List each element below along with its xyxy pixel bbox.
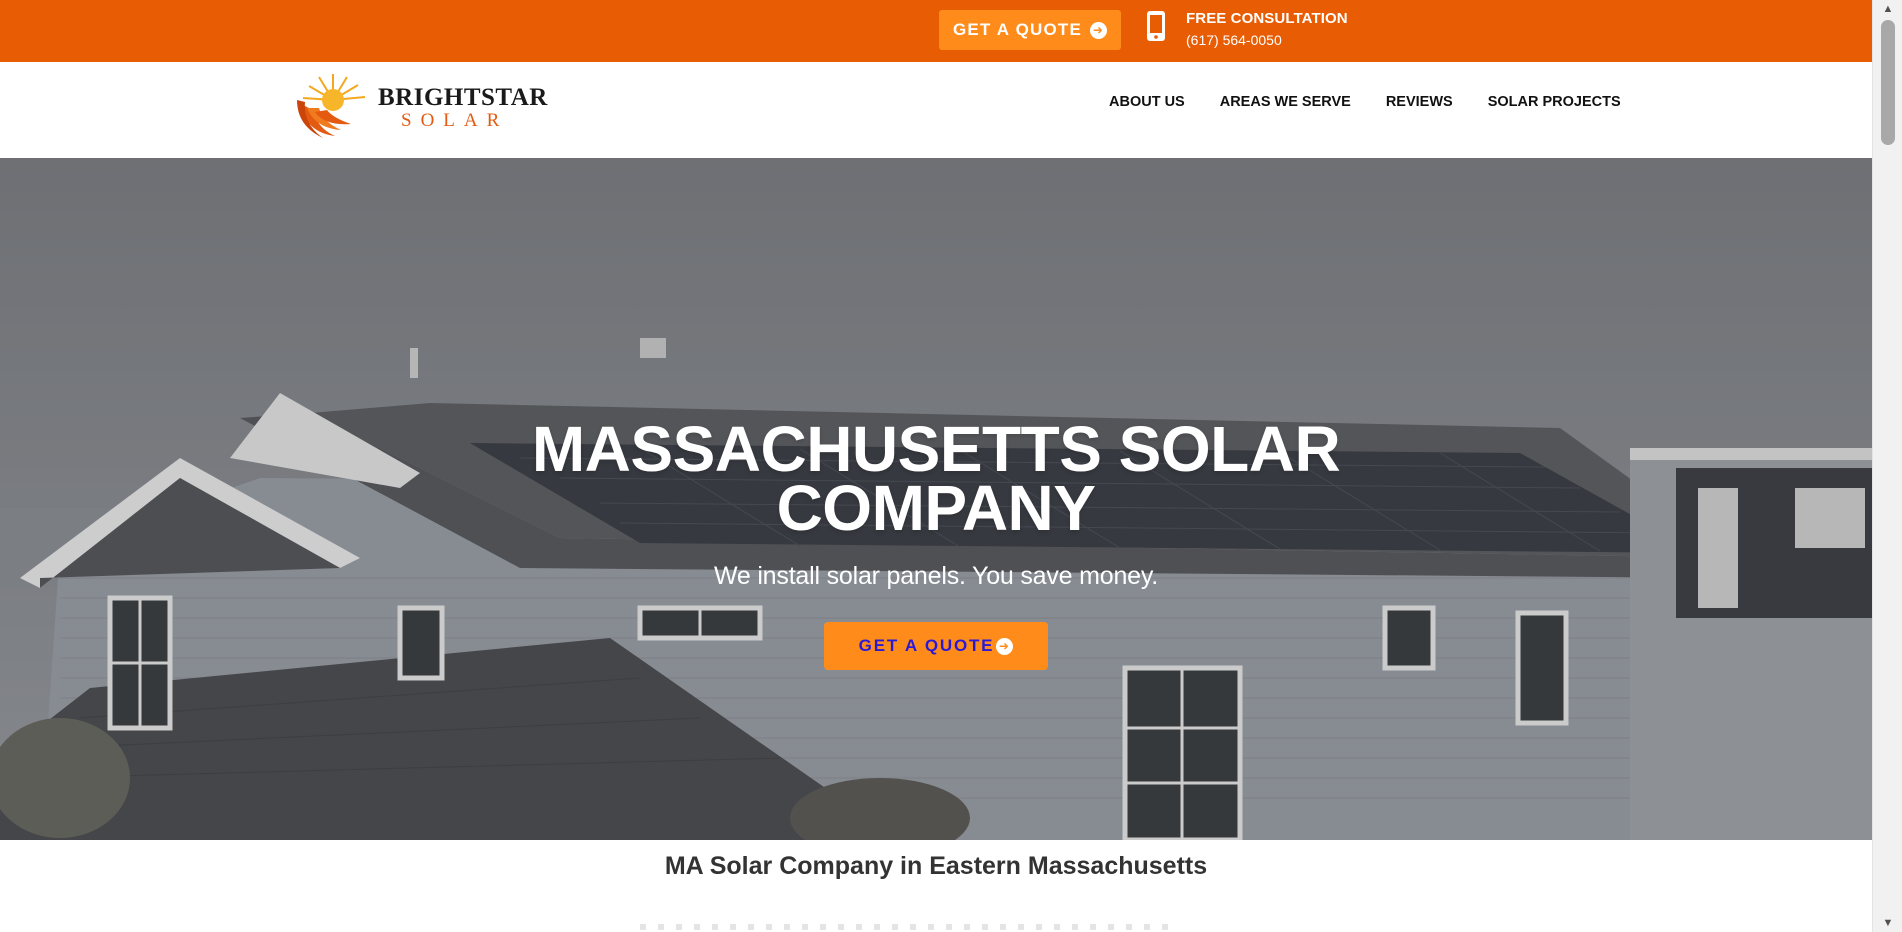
- nav-solar-projects[interactable]: SOLAR PROJECTS: [1488, 94, 1621, 110]
- hero-get-quote-button[interactable]: GET A QUOTE ➜: [824, 622, 1048, 670]
- logo-text-brightstar: BRIGHTSTAR: [378, 84, 548, 111]
- nav-areas-we-serve[interactable]: AREAS WE SERVE: [1220, 94, 1351, 110]
- page-scrollbar[interactable]: ▲ ▼: [1872, 0, 1902, 932]
- scrollbar-thumb[interactable]: [1881, 20, 1895, 145]
- partially-visible-text: [640, 924, 1170, 930]
- mobile-phone-icon: [1147, 11, 1165, 41]
- nav-about-us[interactable]: ABOUT US: [1109, 94, 1185, 110]
- arrow-circle-right-icon: ➜: [996, 637, 1014, 655]
- free-consultation-block[interactable]: FREE CONSULTATION (617) 564-0050: [1186, 10, 1348, 48]
- hero-title-line-2: COMPANY: [776, 472, 1096, 544]
- sun-swirl-logo: [297, 74, 366, 138]
- section-heading: MA Solar Company in Eastern Massachusett…: [664, 852, 1208, 880]
- logo-text-solar: SOLAR: [401, 110, 509, 131]
- main-nav: ABOUT US AREAS WE SERVE REVIEWS SOLAR PR…: [1109, 94, 1621, 110]
- top-bar: GET A QUOTE ➜ FREE CONSULTATION (617) 56…: [0, 0, 1872, 62]
- hero-section: MASSACHUSETTS SOLAR COMPANY We install s…: [0, 158, 1872, 840]
- nav-reviews[interactable]: REVIEWS: [1386, 94, 1453, 110]
- brightstar-logo[interactable]: BRIGHTSTAR SOLAR: [295, 70, 547, 140]
- hero-get-quote-label: GET A QUOTE: [858, 636, 995, 655]
- top-get-quote-button[interactable]: GET A QUOTE ➜: [939, 10, 1121, 50]
- scroll-up-arrow-icon[interactable]: ▲: [1873, 0, 1902, 18]
- top-get-quote-label: GET A QUOTE: [952, 20, 1083, 39]
- consultation-phone[interactable]: (617) 564-0050: [1186, 32, 1348, 48]
- hero-title: MASSACHUSETTS SOLAR COMPANY: [0, 417, 1872, 540]
- site-header: BRIGHTSTAR SOLAR ABOUT US AREAS WE SERVE…: [0, 62, 1872, 158]
- scroll-down-arrow-icon[interactable]: ▼: [1873, 914, 1902, 932]
- consultation-title: FREE CONSULTATION: [1186, 10, 1348, 27]
- hero-subtitle: We install solar panels. You save money.: [713, 562, 1159, 590]
- arrow-circle-right-icon: ➜: [1090, 21, 1108, 39]
